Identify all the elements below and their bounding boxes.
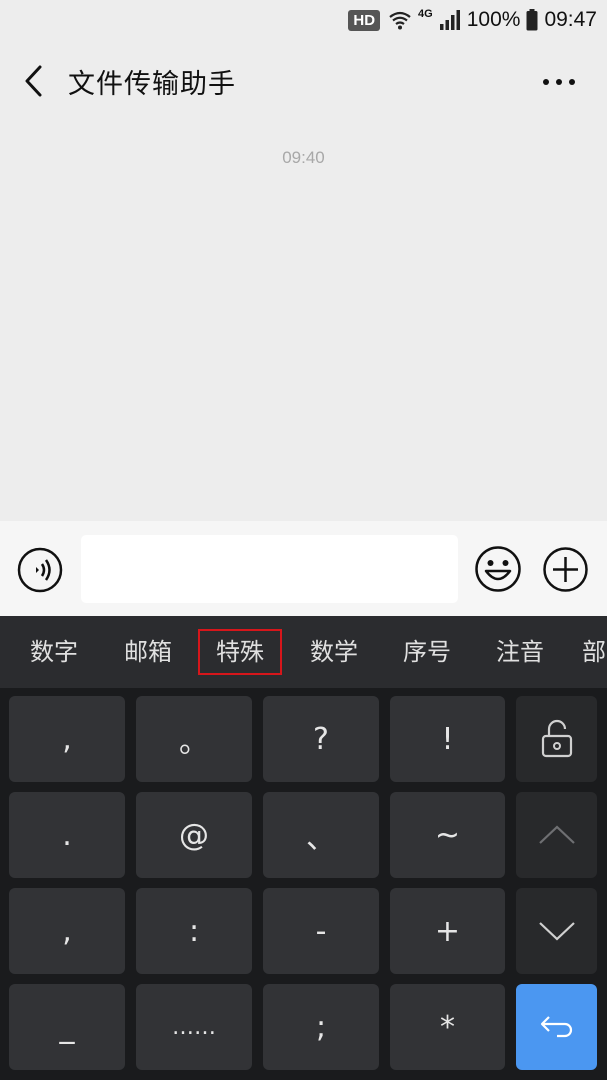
key-label: * bbox=[440, 1009, 455, 1045]
signal-icon bbox=[439, 9, 461, 31]
key-plus[interactable]: + bbox=[390, 888, 505, 974]
more-options-button[interactable] bbox=[540, 70, 580, 94]
plus-icon bbox=[543, 547, 588, 592]
category-tab-phonetic[interactable]: 注音 bbox=[488, 629, 552, 675]
key-label: ; bbox=[315, 1009, 327, 1045]
voice-icon bbox=[17, 547, 63, 593]
key-label: : bbox=[188, 913, 200, 949]
chevron-up-icon bbox=[538, 825, 575, 844]
key-label: + bbox=[434, 913, 461, 949]
key-label: 、 bbox=[306, 821, 336, 856]
message-input[interactable] bbox=[81, 535, 458, 603]
back-button[interactable] bbox=[18, 62, 52, 100]
network-label: 4G bbox=[418, 8, 433, 20]
key-period[interactable]: . bbox=[9, 792, 125, 878]
enter-key[interactable] bbox=[516, 984, 597, 1070]
category-tab-ordinal[interactable]: 序号 bbox=[395, 629, 459, 675]
hd-badge: HD bbox=[348, 9, 381, 31]
key-semicolon[interactable]: ; bbox=[263, 984, 379, 1070]
key-label: , bbox=[62, 913, 72, 949]
status-bar: HD 4G 100% 09:47 bbox=[0, 0, 607, 40]
key-enumeration-comma[interactable]: 、 bbox=[263, 792, 379, 878]
battery-percent: 100% bbox=[466, 8, 521, 31]
key-label: ~ bbox=[434, 817, 461, 853]
clock: 09:47 bbox=[544, 8, 597, 31]
key-ellipsis[interactable]: …… bbox=[136, 984, 252, 1070]
key-label: ! bbox=[441, 721, 454, 757]
key-label: _ bbox=[59, 1009, 75, 1045]
key-fullwidth-comma[interactable]: , bbox=[9, 696, 125, 782]
key-underscore[interactable]: _ bbox=[9, 984, 125, 1070]
wifi-icon bbox=[388, 8, 412, 32]
page-title: 文件传输助手 bbox=[68, 69, 236, 100]
back-arrow-icon bbox=[25, 65, 42, 97]
lock-key[interactable] bbox=[516, 696, 597, 782]
category-tab-math[interactable]: 数学 bbox=[302, 629, 366, 675]
key-at-sign[interactable]: @ bbox=[136, 792, 252, 878]
network-type-icon: 4G bbox=[418, 8, 433, 20]
key-period-cjk[interactable]: 。 bbox=[136, 696, 252, 782]
category-tab-special[interactable]: 特殊 bbox=[198, 629, 282, 675]
scroll-down-key[interactable] bbox=[516, 888, 597, 974]
title-bar: 文件传输助手 bbox=[0, 40, 607, 122]
lock-icon bbox=[541, 719, 572, 758]
key-exclamation[interactable]: ! bbox=[390, 696, 505, 782]
key-label: 。 bbox=[179, 725, 209, 760]
category-tab-numbers[interactable]: 数字 bbox=[22, 629, 86, 675]
emoji-button[interactable] bbox=[474, 545, 522, 593]
key-hyphen[interactable]: - bbox=[263, 888, 379, 974]
key-label: ? bbox=[313, 721, 329, 757]
key-comma[interactable]: , bbox=[9, 888, 125, 974]
enter-icon bbox=[540, 1016, 572, 1038]
symbol-keyboard: 数字 邮箱 特殊 数学 序号 注音 部 , 。 ? ! . @ 、 ~ , : … bbox=[0, 616, 607, 1080]
key-label: @ bbox=[179, 817, 209, 853]
category-tab-radical[interactable]: 部 bbox=[582, 629, 607, 675]
key-label: . bbox=[62, 817, 72, 853]
chevron-down-icon bbox=[538, 922, 575, 941]
key-label: - bbox=[315, 913, 327, 949]
emoji-icon bbox=[475, 546, 521, 592]
more-functions-button[interactable] bbox=[542, 546, 589, 593]
key-label: , bbox=[62, 721, 72, 757]
key-asterisk[interactable]: * bbox=[390, 984, 505, 1070]
symbol-category-bar: 数字 邮箱 特殊 数学 序号 注音 部 bbox=[0, 616, 607, 688]
key-question-mark[interactable]: ? bbox=[263, 696, 379, 782]
key-tilde[interactable]: ~ bbox=[390, 792, 505, 878]
category-tab-email[interactable]: 邮箱 bbox=[116, 629, 180, 675]
key-label: …… bbox=[172, 1014, 216, 1040]
more-icon bbox=[543, 79, 575, 85]
key-colon[interactable]: : bbox=[136, 888, 252, 974]
battery-icon bbox=[526, 9, 538, 31]
input-bar bbox=[0, 521, 607, 616]
scroll-up-key[interactable] bbox=[516, 792, 597, 878]
message-timestamp: 09:40 bbox=[282, 148, 325, 167]
voice-input-button[interactable] bbox=[17, 547, 63, 593]
